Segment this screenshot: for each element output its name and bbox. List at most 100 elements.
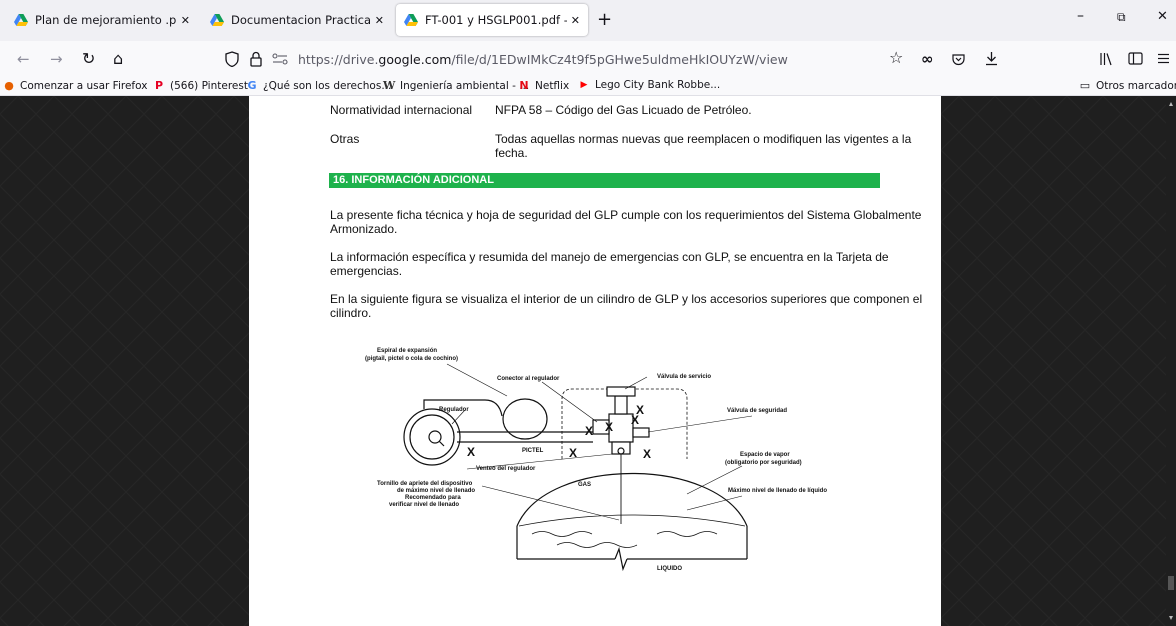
bookmark-label: ¿Qué son los derechos... bbox=[263, 79, 392, 92]
tab-close-icon[interactable]: ✕ bbox=[181, 14, 190, 27]
bookmark-firefox[interactable]: ● Comenzar a usar Firefox bbox=[3, 79, 147, 92]
paragraph-3-line-2: cilindro. bbox=[330, 306, 372, 320]
label-venteo: Venteo del regulador bbox=[476, 466, 536, 472]
row-value-nfpa: NFPA 58 – Código del Gas Licuado de Petr… bbox=[495, 103, 752, 117]
label-espiral-2: (pigtail, pictel o cola de cochino) bbox=[365, 356, 458, 362]
sidebar-icon[interactable] bbox=[1128, 52, 1143, 65]
new-tab-button[interactable]: + bbox=[597, 10, 612, 30]
tab-label: FT-001 y HSGLP001.pdf - Googl bbox=[425, 13, 567, 27]
restore-button[interactable]: ⧉ bbox=[1117, 10, 1126, 25]
row-label-normatividad: Normatividad internacional bbox=[330, 103, 473, 117]
label-tornillo-2: de máximo nivel de llenado bbox=[397, 488, 475, 494]
lock-icon[interactable] bbox=[249, 51, 263, 67]
bookmark-label: Comenzar a usar Firefox bbox=[20, 79, 148, 92]
pinterest-icon: P bbox=[154, 79, 164, 92]
x-mark: X bbox=[643, 447, 651, 461]
x-mark: X bbox=[605, 420, 613, 434]
bookmark-google[interactable]: G ¿Qué son los derechos... bbox=[246, 79, 391, 92]
google-icon: G bbox=[247, 79, 257, 92]
paragraph-3-line-1: En la siguiente figura se visualiza el i… bbox=[330, 292, 923, 306]
tab-ft-001-active[interactable]: FT-001 y HSGLP001.pdf - Googl ✕ bbox=[396, 4, 588, 36]
url-domain: google.com bbox=[378, 52, 452, 67]
library-icon[interactable] bbox=[1099, 52, 1113, 66]
label-regulador: Regulador bbox=[439, 407, 469, 413]
label-espiral-1: Espiral de expansión bbox=[377, 348, 437, 354]
permissions-icon[interactable] bbox=[272, 53, 288, 65]
other-bookmarks-folder[interactable]: ▭ Otros marcadores bbox=[1079, 79, 1176, 92]
glp-cylinder-diagram: Espiral de expansión (pigtail, pictel o … bbox=[365, 348, 827, 572]
menu-icon[interactable] bbox=[1157, 53, 1170, 64]
home-button[interactable]: ⌂ bbox=[113, 50, 123, 68]
figure-drawing bbox=[403, 363, 753, 572]
bookmark-youtube[interactable]: ▶ Lego City Bank Robbe... bbox=[578, 79, 721, 91]
bookmark-label: Netflix bbox=[535, 79, 570, 92]
download-icon[interactable] bbox=[985, 51, 998, 66]
tab-label: Documentacion Practica Empre bbox=[231, 13, 371, 27]
label-espacio-1: Espacio de vapor bbox=[740, 452, 790, 458]
google-drive-icon bbox=[210, 14, 224, 26]
pdf-viewer: Normatividad internacional NFPA 58 – Cód… bbox=[0, 96, 1176, 626]
google-drive-icon bbox=[14, 14, 28, 26]
firefox-icon: ● bbox=[4, 79, 14, 92]
url-text: https://drive.google.com/file/d/1EDwIMkC… bbox=[298, 52, 788, 67]
label-valvula-seguridad: Válvula de seguridad bbox=[727, 408, 787, 414]
x-mark: X bbox=[585, 424, 593, 438]
x-mark: X bbox=[467, 445, 475, 459]
section-heading: 16. INFORMACIÓN ADICIONAL bbox=[329, 173, 880, 188]
url-path: /file/d/1EDwIMkCz4t9f5pGHwe5uldmeHkIOUYz… bbox=[451, 52, 788, 67]
tank-dome bbox=[516, 472, 748, 527]
label-gas: GAS bbox=[578, 482, 591, 488]
bookmark-label: Otros marcadores bbox=[1096, 79, 1176, 92]
tab-label: Plan de mejoramiento .pdf - Go bbox=[35, 13, 177, 27]
shield-icon[interactable] bbox=[224, 51, 240, 67]
google-drive-icon bbox=[404, 14, 418, 26]
back-button[interactable]: ← bbox=[17, 50, 30, 68]
bookmark-wikipedia[interactable]: W Ingeniería ambiental - ... bbox=[383, 79, 529, 92]
bookmark-pinterest[interactable]: P (566) Pinterest bbox=[153, 79, 248, 92]
background-texture bbox=[0, 96, 249, 626]
url-prefix: https://drive. bbox=[298, 52, 379, 67]
tab-documentacion-practica[interactable]: Documentacion Practica Empre ✕ bbox=[202, 4, 392, 36]
label-tornillo-1: Tornillo de apriete del dispositivo bbox=[377, 481, 473, 487]
bookmark-label: (566) Pinterest bbox=[170, 79, 248, 92]
paragraph-2-line-2: emergencias. bbox=[330, 264, 403, 278]
label-pictel: PICTEL bbox=[522, 448, 544, 454]
label-liquido: LIQUIDO bbox=[657, 566, 682, 572]
minimize-button[interactable]: – bbox=[1077, 8, 1084, 24]
youtube-icon: ▶ bbox=[580, 80, 588, 90]
folder-icon: ▭ bbox=[1079, 79, 1091, 92]
navigation-bar: ← → ↻ ⌂ https://drive.google.com/file/d/… bbox=[0, 41, 1176, 77]
label-tornillo-3: Recomendado para bbox=[405, 495, 461, 501]
row-value-otras-1: Todas aquellas normas nuevas que reempla… bbox=[495, 132, 912, 146]
close-window-button[interactable]: ✕ bbox=[1157, 9, 1168, 24]
bookmark-netflix[interactable]: N Netflix bbox=[518, 79, 569, 92]
tab-bar: Plan de mejoramiento .pdf - Go ✕ Documen… bbox=[0, 0, 1176, 41]
forward-button[interactable]: → bbox=[50, 50, 63, 68]
background-texture bbox=[941, 96, 1166, 626]
paragraph-1-line-2: Armonizado. bbox=[330, 222, 398, 236]
tab-close-icon[interactable]: ✕ bbox=[375, 14, 384, 27]
label-tornillo-4: verificar nivel de llenado bbox=[389, 502, 459, 508]
pocket-icon[interactable] bbox=[952, 53, 965, 66]
wikipedia-icon: W bbox=[383, 79, 396, 92]
x-mark: X bbox=[569, 446, 577, 460]
paragraph-1-line-1: La presente ficha técnica y hoja de segu… bbox=[330, 208, 922, 222]
label-maximo: Máximo nivel de llenado de líquido bbox=[728, 488, 827, 494]
tab-plan-de-mejoramiento[interactable]: Plan de mejoramiento .pdf - Go ✕ bbox=[6, 4, 198, 36]
reload-button[interactable]: ↻ bbox=[82, 50, 95, 68]
netflix-icon: N bbox=[519, 79, 529, 92]
tab-close-icon[interactable]: ✕ bbox=[571, 14, 580, 27]
viewer-scrollbar[interactable] bbox=[1166, 96, 1176, 626]
row-label-otras: Otras bbox=[330, 132, 360, 146]
x-mark: X bbox=[636, 403, 644, 417]
bookmarks-bar: ● Comenzar a usar Firefox P (566) Pinteres… bbox=[0, 77, 1176, 96]
label-conector: Conector al regulador bbox=[497, 376, 560, 382]
label-espacio-2: (obligatorio por seguridad) bbox=[725, 460, 802, 466]
bookmark-label: Ingeniería ambiental - ... bbox=[400, 79, 530, 92]
infinity-icon[interactable]: ∞ bbox=[921, 50, 934, 68]
row-value-otras-2: fecha. bbox=[495, 146, 528, 160]
paragraph-2-line-1: La información específica y resumida del… bbox=[330, 250, 889, 264]
star-icon[interactable]: ☆ bbox=[889, 49, 903, 67]
bookmark-label: Lego City Bank Robbe... bbox=[595, 79, 721, 91]
scrollbar-track[interactable] bbox=[1166, 96, 1176, 626]
